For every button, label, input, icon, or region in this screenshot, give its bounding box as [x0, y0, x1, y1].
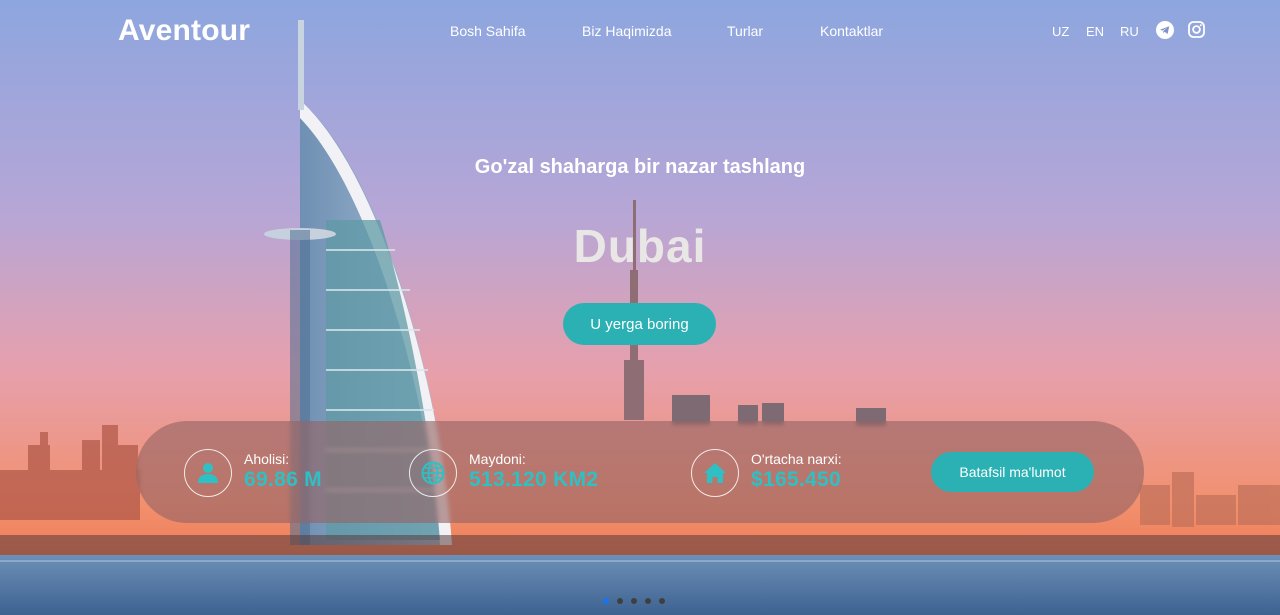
average-price-label: O'rtacha narxi:	[751, 451, 842, 467]
slider-dot[interactable]	[659, 598, 665, 604]
slider-dot[interactable]	[645, 598, 651, 604]
slider-dot[interactable]	[631, 598, 637, 604]
language-uz[interactable]: UZ	[1052, 24, 1069, 39]
city-info-bar: Aholisi: 69.86 M Maydoni: 513.120 KM2 O'…	[136, 421, 1144, 523]
more-info-button[interactable]: Batafsil ma'lumot	[931, 452, 1094, 492]
person-icon	[184, 449, 232, 497]
language-en[interactable]: EN	[1086, 24, 1104, 39]
slider-dot[interactable]	[617, 598, 623, 604]
nav-item-tours[interactable]: Turlar	[727, 23, 763, 39]
slider-dot[interactable]	[603, 598, 609, 604]
instagram-icon[interactable]	[1188, 21, 1206, 39]
average-price-value: $165.450	[751, 468, 841, 491]
hero-subtitle: Go'zal shaharga bir nazar tashlang	[474, 156, 806, 178]
area-stat: Maydoni: 513.120 KM2	[409, 445, 649, 501]
population-stat: Aholisi: 69.86 M	[184, 445, 384, 501]
nav-item-contacts[interactable]: Kontaktlar	[820, 23, 883, 39]
nav-item-home[interactable]: Bosh Sahifa	[450, 23, 526, 39]
area-value: 513.120 KM2	[469, 468, 599, 491]
telegram-icon[interactable]	[1156, 21, 1174, 39]
home-icon	[691, 449, 739, 497]
go-there-button[interactable]: U yerga boring	[563, 303, 716, 345]
hero-city-title: Dubai	[573, 220, 707, 272]
language-ru[interactable]: RU	[1120, 24, 1139, 39]
area-label: Maydoni:	[469, 451, 526, 467]
population-label: Aholisi:	[244, 451, 290, 467]
population-value: 69.86 M	[244, 468, 322, 491]
nav-item-about[interactable]: Biz Haqimizda	[582, 23, 671, 39]
globe-icon	[409, 449, 457, 497]
average-price-stat: O'rtacha narxi: $165.450	[691, 445, 911, 501]
